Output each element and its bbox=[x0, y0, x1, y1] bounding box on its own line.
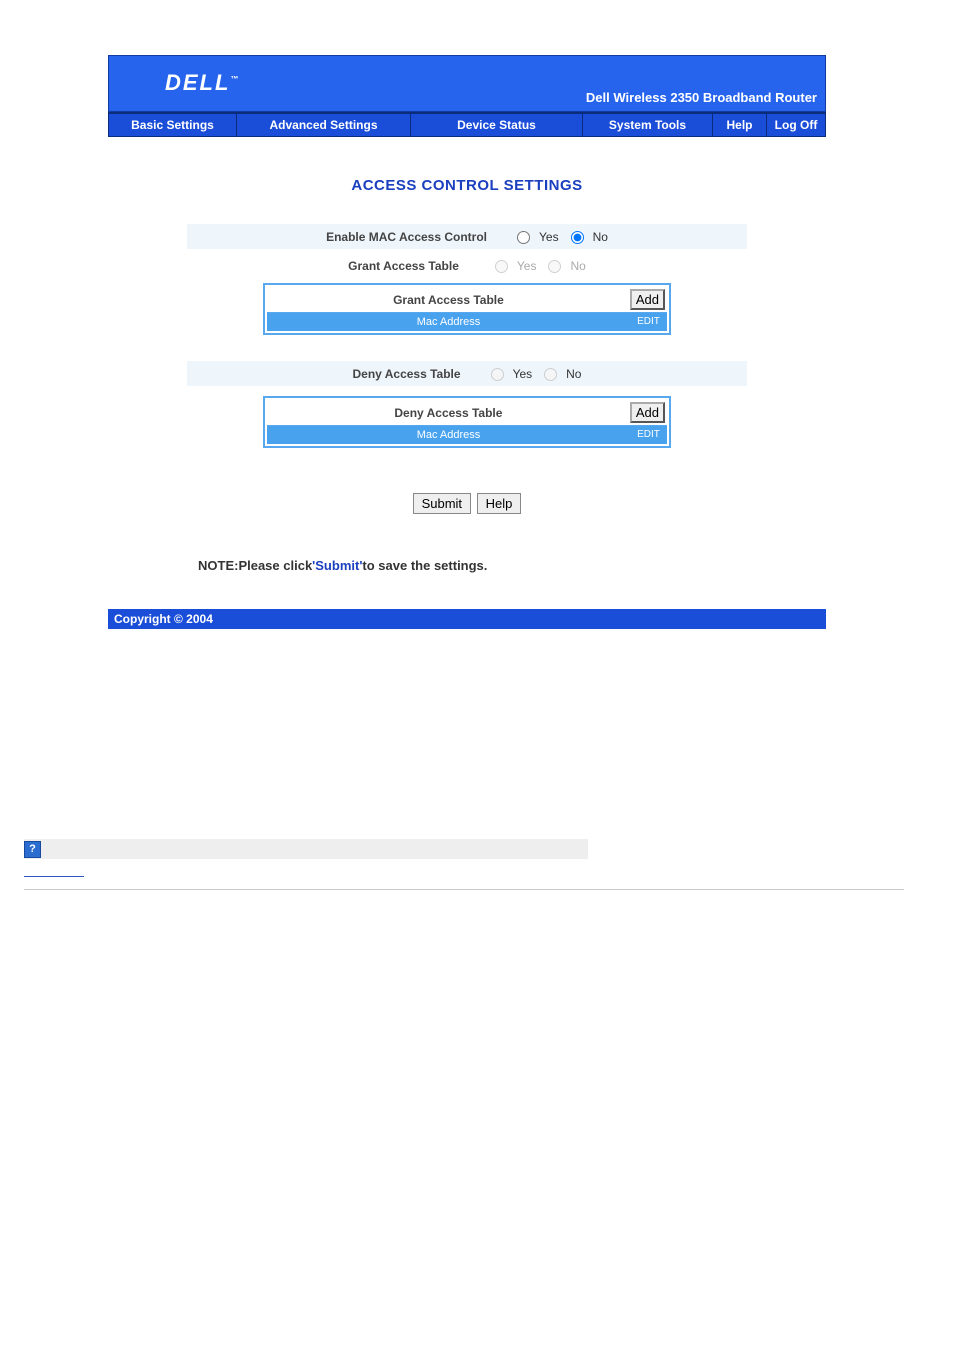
deny-no-label: No bbox=[566, 367, 581, 381]
deny-yes-radio[interactable] bbox=[491, 368, 504, 381]
deny-table-title: Deny Access Table bbox=[267, 401, 630, 425]
note-submit-word: 'Submit' bbox=[312, 558, 362, 573]
deny-no-radio[interactable] bbox=[544, 368, 557, 381]
enable-mac-no-radio[interactable] bbox=[571, 231, 584, 244]
grant-radio-group: Yes No bbox=[489, 259, 586, 273]
note-suffix: to save the settings. bbox=[362, 558, 487, 573]
header: DELL™ Dell Wireless 2350 Broadband Route… bbox=[108, 55, 826, 112]
nav-device-status[interactable]: Device Status bbox=[411, 114, 583, 136]
nav-advanced-settings[interactable]: Advanced Settings bbox=[237, 114, 411, 136]
bottom-strip: ? bbox=[24, 839, 904, 890]
nav-help[interactable]: Help bbox=[713, 114, 767, 136]
grant-toggle-row: Grant Access Table Yes No bbox=[108, 259, 826, 273]
nav-bar: Basic Settings Advanced Settings Device … bbox=[108, 112, 826, 137]
enable-mac-label: Enable MAC Access Control bbox=[326, 230, 487, 244]
enable-mac-row: Enable MAC Access Control Yes No bbox=[187, 224, 747, 249]
deny-table-header-row: Mac Address EDIT bbox=[267, 426, 667, 444]
gray-bar: ? bbox=[24, 839, 588, 859]
deny-radio-group: Yes No bbox=[485, 367, 582, 381]
help-button[interactable]: Help bbox=[477, 493, 522, 514]
deny-toggle-label: Deny Access Table bbox=[353, 367, 461, 381]
grant-toggle-label: Grant Access Table bbox=[348, 259, 459, 273]
grant-edit-header: EDIT bbox=[630, 313, 667, 331]
grant-no-radio[interactable] bbox=[548, 260, 561, 273]
grant-table-header-row: Mac Address EDIT bbox=[267, 313, 667, 331]
note: NOTE:Please click'Submit'to save the set… bbox=[198, 558, 826, 573]
note-prefix: NOTE:Please click bbox=[198, 558, 312, 573]
grant-table-title: Grant Access Table bbox=[267, 288, 630, 312]
dell-logo: DELL™ bbox=[165, 70, 238, 96]
nav-basic-settings[interactable]: Basic Settings bbox=[109, 114, 237, 136]
logo-text: DELL bbox=[165, 70, 230, 95]
grant-access-table: Grant Access Table Add Mac Address EDIT bbox=[263, 283, 671, 335]
blue-link[interactable] bbox=[24, 867, 84, 877]
action-buttons: Submit Help bbox=[108, 493, 826, 514]
router-admin-page: DELL™ Dell Wireless 2350 Broadband Route… bbox=[108, 55, 826, 629]
nav-system-tools[interactable]: System Tools bbox=[583, 114, 713, 136]
device-name: Dell Wireless 2350 Broadband Router bbox=[586, 90, 817, 105]
enable-mac-yes-label: Yes bbox=[539, 230, 559, 244]
divider bbox=[24, 889, 904, 890]
enable-mac-yes-radio[interactable] bbox=[517, 231, 530, 244]
footer: Copyright © 2004 bbox=[108, 609, 826, 629]
deny-yes-label: Yes bbox=[513, 367, 533, 381]
deny-add-button[interactable]: Add bbox=[630, 402, 665, 423]
nav-log-off[interactable]: Log Off bbox=[767, 114, 825, 136]
help-icon[interactable]: ? bbox=[24, 841, 41, 858]
enable-mac-no-label: No bbox=[593, 230, 608, 244]
deny-edit-header: EDIT bbox=[630, 426, 667, 444]
grant-yes-label: Yes bbox=[517, 259, 537, 273]
grant-add-button[interactable]: Add bbox=[630, 289, 665, 310]
grant-table-title-row: Grant Access Table Add bbox=[267, 287, 667, 313]
submit-button[interactable]: Submit bbox=[413, 493, 471, 514]
enable-mac-radio-group: Yes No bbox=[511, 230, 608, 244]
page-title: ACCESS CONTROL SETTINGS bbox=[108, 177, 826, 194]
deny-toggle-row: Deny Access Table Yes No bbox=[187, 361, 747, 386]
deny-table-title-row: Deny Access Table Add bbox=[267, 400, 667, 426]
deny-mac-header: Mac Address bbox=[267, 426, 630, 444]
deny-access-table: Deny Access Table Add Mac Address EDIT bbox=[263, 396, 671, 448]
grant-no-label: No bbox=[570, 259, 585, 273]
grant-mac-header: Mac Address bbox=[267, 313, 630, 331]
logo-tm: ™ bbox=[230, 75, 238, 84]
grant-yes-radio[interactable] bbox=[495, 260, 508, 273]
